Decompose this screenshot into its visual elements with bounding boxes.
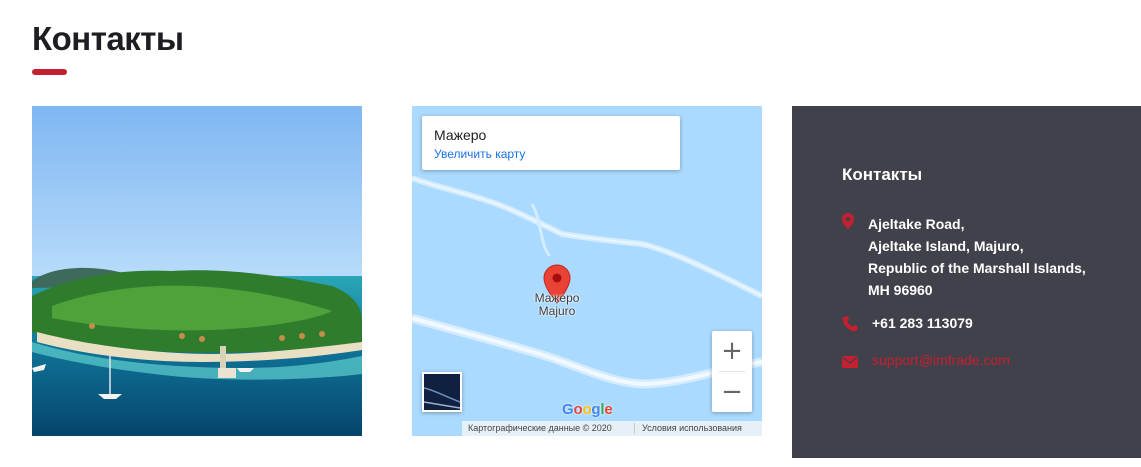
envelope-icon: [842, 356, 858, 368]
google-logo: Google: [562, 401, 613, 418]
phone-icon: [842, 316, 858, 332]
contacts-panel: Контакты Ajeltake Road, Ajeltake Island,…: [792, 106, 1141, 458]
satellite-toggle-button[interactable]: [422, 372, 462, 412]
map-attribution-bar: Картографические данные © 2020 Условия и…: [462, 421, 762, 436]
attribution-divider: [634, 423, 635, 434]
contacts-heading: Контакты: [842, 165, 923, 184]
map-place-title: Мажеро: [434, 127, 487, 143]
island-photo: [32, 106, 362, 436]
satellite-thumbnail-icon: [424, 374, 460, 410]
map-info-card: Мажеро Увеличить карту: [422, 116, 680, 170]
zoom-in-button[interactable]: +: [712, 331, 752, 371]
location-pin-icon: [842, 213, 854, 229]
terms-of-use-link[interactable]: Условия использования: [642, 421, 742, 436]
map-widget[interactable]: Мажеро Увеличить карту Мажеро Majuro + −…: [412, 106, 762, 436]
address-line: Ajeltake Road,: [868, 216, 965, 232]
page-title: Контакты: [32, 20, 184, 57]
map-place-label: Мажеро Majuro: [534, 291, 580, 318]
phone-number: +61 283 113079: [872, 315, 973, 331]
address-line: MH 96960: [868, 282, 933, 298]
zoom-out-button[interactable]: −: [712, 372, 752, 412]
enlarge-map-link[interactable]: Увеличить карту: [434, 147, 525, 161]
address-line: Republic of the Marshall Islands,: [868, 260, 1086, 276]
title-underline: [32, 69, 67, 75]
address-line: Ajeltake Island, Majuro,: [868, 238, 1024, 254]
map-data-attribution: Картографические данные © 2020: [468, 423, 612, 433]
email-link[interactable]: support@imfrade.com: [872, 352, 1010, 368]
zoom-control: + −: [712, 331, 752, 412]
